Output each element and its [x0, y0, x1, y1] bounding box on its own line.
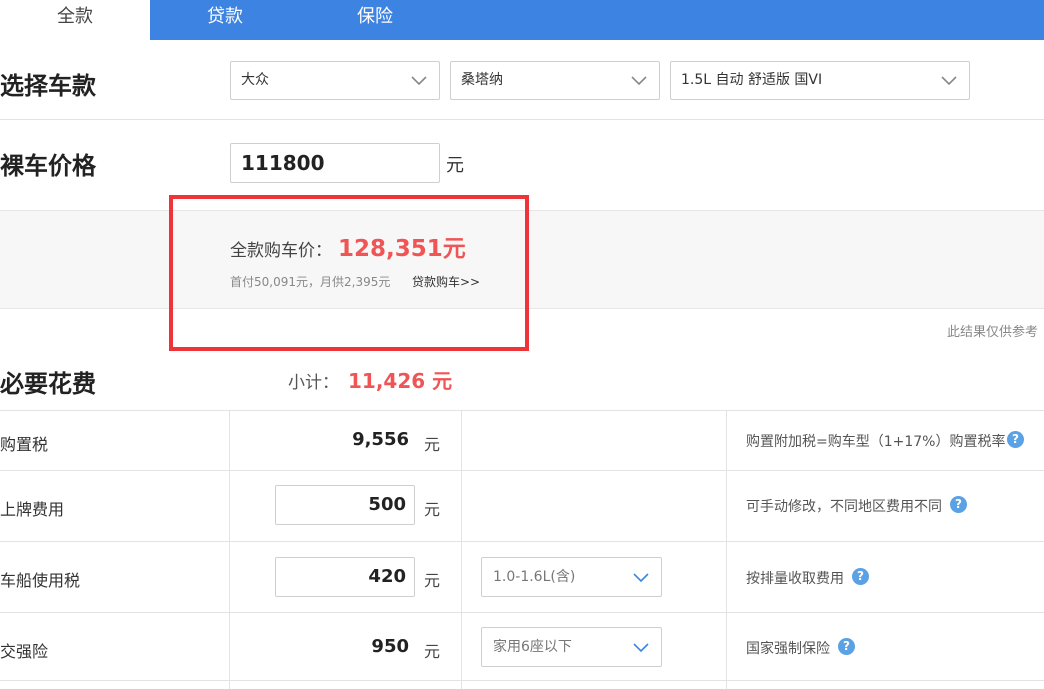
select-car-title: 选择车款 [0, 72, 96, 100]
bare-price-title: 裸车价格 [0, 152, 96, 180]
tab-full-payment[interactable]: 全款 [0, 0, 150, 40]
registration-fee-label: 上牌费用 [0, 500, 65, 519]
model-select-value: 桑塔纳 [461, 72, 503, 88]
registration-fee-input[interactable]: 500 [275, 485, 415, 525]
necessary-costs-title: 必要花费 [0, 370, 96, 398]
trim-select[interactable]: 1.5L 自动 舒适版 国VI [670, 61, 970, 100]
table-divider [0, 541, 1044, 542]
tab-bar: 全款 贷款 保险 [0, 0, 1044, 40]
divider [0, 119, 1044, 120]
vehicle-tax-unit: 元 [424, 571, 441, 590]
table-divider [0, 470, 1044, 471]
reference-note: 此结果仅供参考 [947, 325, 1039, 340]
displacement-select[interactable]: 1.0-1.6L(含) [481, 557, 662, 597]
displacement-select-value: 1.0-1.6L(含) [493, 569, 576, 585]
help-icon[interactable]: ? [1007, 431, 1024, 448]
vehicle-tax-input[interactable]: 420 [275, 557, 415, 597]
tab-loan[interactable]: 贷款 [150, 0, 300, 40]
bare-price-input[interactable]: 111800 [230, 143, 440, 183]
highlight-annotation [169, 195, 529, 351]
compulsory-insurance-label: 交强险 [0, 642, 49, 661]
help-icon[interactable]: ? [838, 638, 855, 655]
subtotal-label: 小计： [288, 373, 339, 393]
table-divider [0, 410, 1044, 411]
purchase-tax-value: 9,556 [352, 429, 409, 450]
purchase-tax-unit: 元 [424, 435, 441, 454]
registration-fee-note: 可手动修改，不同地区费用不同 [746, 499, 942, 515]
table-divider [0, 612, 1044, 613]
registration-fee-unit: 元 [424, 500, 441, 519]
chevron-down-icon [941, 76, 957, 86]
vehicle-tax-label: 车船使用税 [0, 571, 81, 590]
chevron-down-icon [631, 76, 647, 86]
vehicle-tax-note: 按排量收取费用 [746, 571, 844, 587]
brand-select[interactable]: 大众 [230, 61, 440, 100]
trim-select-value: 1.5L 自动 舒适版 国VI [681, 72, 823, 88]
compulsory-insurance-note: 国家强制保险 [746, 641, 830, 657]
tab-insurance[interactable]: 保险 [300, 0, 450, 40]
table-divider [0, 680, 1044, 681]
chevron-down-icon [411, 76, 427, 86]
help-icon[interactable]: ? [852, 568, 869, 585]
model-select[interactable]: 桑塔纳 [450, 61, 660, 100]
seat-type-select[interactable]: 家用6座以下 [481, 627, 662, 667]
subtotal-value: 11,426 元 [348, 369, 453, 393]
compulsory-insurance-value: 950 [371, 636, 409, 657]
help-icon[interactable]: ? [950, 496, 967, 513]
table-column-divider [726, 410, 727, 689]
purchase-tax-label: 购置税 [0, 435, 49, 454]
brand-select-value: 大众 [241, 72, 269, 88]
chevron-down-icon [633, 643, 649, 653]
bare-price-unit: 元 [446, 155, 464, 176]
seat-type-select-value: 家用6座以下 [493, 639, 572, 655]
table-column-divider [229, 410, 230, 689]
purchase-tax-note: 购置附加税=购车型（1+17%）购置税率 [746, 434, 1006, 450]
compulsory-insurance-unit: 元 [424, 642, 441, 661]
table-column-divider [461, 410, 462, 689]
chevron-down-icon [633, 573, 649, 583]
